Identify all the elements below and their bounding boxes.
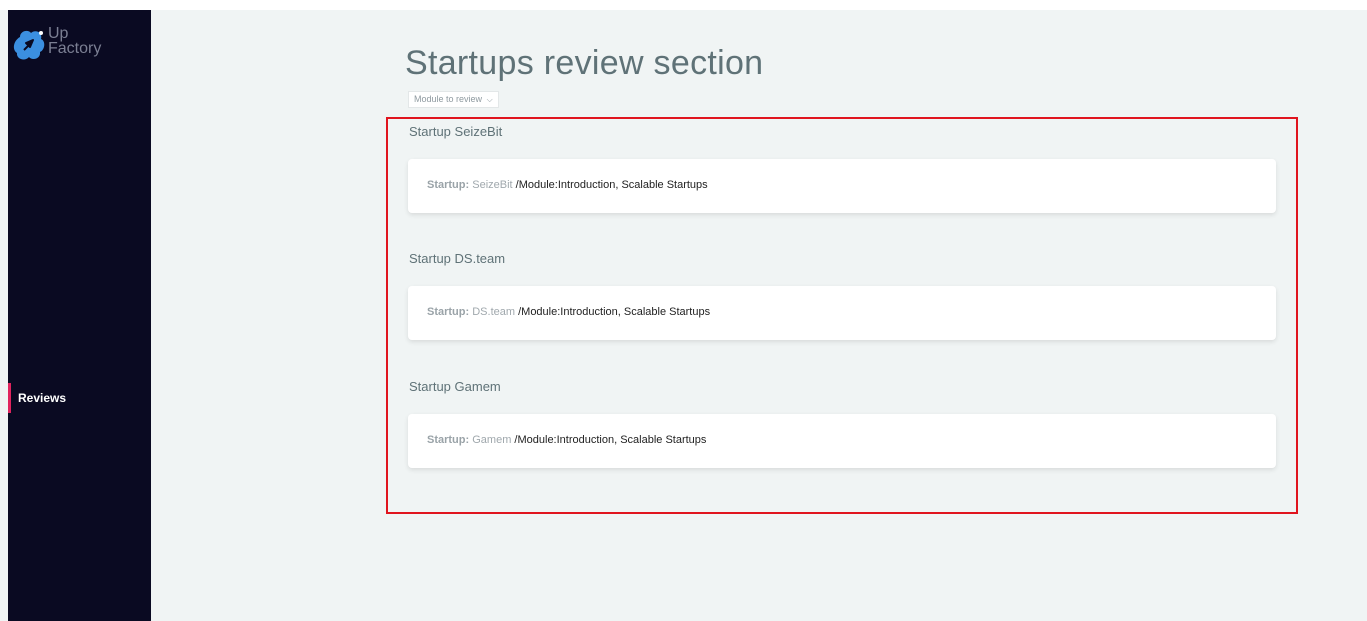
logo-text-line2: Factory bbox=[48, 40, 102, 57]
startup-group-title: Startup DS.team bbox=[409, 251, 506, 266]
review-card[interactable]: Startup: Gamem /Module:Introduction, Sca… bbox=[408, 414, 1276, 468]
startup-name: SeizeBit bbox=[472, 179, 513, 191]
logo-text: Up Factory bbox=[48, 25, 102, 57]
module-text: /Module:Introduction, Scalable Startups bbox=[518, 306, 711, 318]
sidebar-item-label: Reviews bbox=[18, 391, 67, 405]
review-card[interactable]: Startup: SeizeBit /Module:Introduction, … bbox=[408, 159, 1276, 213]
page-title: Startups review section bbox=[405, 44, 764, 82]
review-card-text: Startup: DS.team /Module:Introduction, S… bbox=[427, 306, 710, 318]
module-text: /Module:Introduction, Scalable Startups bbox=[515, 179, 708, 191]
rocket-cloud-icon bbox=[13, 30, 45, 60]
startup-name: Gamem bbox=[472, 434, 512, 446]
app-window: Up Factory Reviews Startups review secti… bbox=[0, 10, 1367, 621]
logo-text-line1: Up bbox=[48, 25, 69, 42]
chevron-down-icon: ⌵ bbox=[486, 95, 493, 104]
startup-group-title: Startup SeizeBit bbox=[409, 124, 503, 139]
sidebar-item-reviews[interactable]: Reviews bbox=[8, 383, 151, 413]
logo[interactable]: Up Factory bbox=[8, 22, 151, 72]
module-text: /Module:Introduction, Scalable Startups bbox=[514, 434, 707, 446]
startup-label: Startup: bbox=[427, 306, 470, 318]
startup-name: DS.team bbox=[472, 306, 516, 318]
active-indicator bbox=[8, 383, 11, 413]
sidebar: Up Factory Reviews bbox=[8, 10, 151, 621]
startup-group-title: Startup Gamem bbox=[409, 379, 501, 394]
module-select[interactable]: Module to review ⌵ bbox=[408, 91, 499, 108]
review-card-text: Startup: Gamem /Module:Introduction, Sca… bbox=[427, 434, 706, 446]
startup-label: Startup: bbox=[427, 179, 470, 191]
module-select-value: Module to review bbox=[414, 94, 483, 104]
review-card[interactable]: Startup: DS.team /Module:Introduction, S… bbox=[408, 286, 1276, 340]
review-card-text: Startup: SeizeBit /Module:Introduction, … bbox=[427, 179, 708, 191]
startup-label: Startup: bbox=[427, 434, 470, 446]
